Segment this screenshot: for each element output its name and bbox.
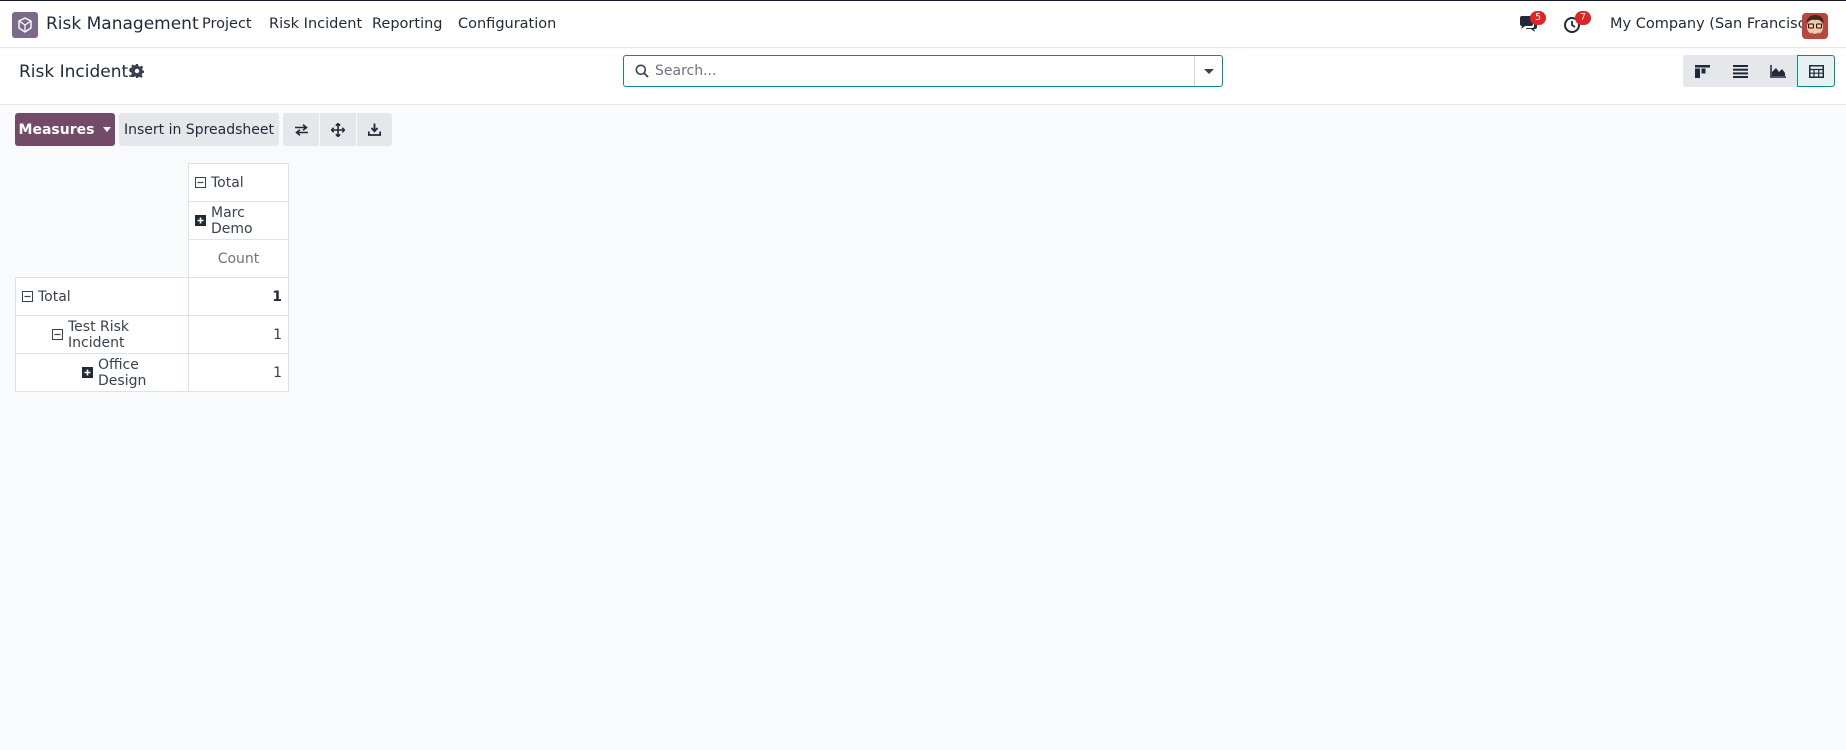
download-button[interactable]	[357, 113, 392, 146]
messages-badge: 5	[1530, 11, 1546, 25]
pivot-col-header-total[interactable]: Total	[188, 163, 289, 202]
pivot-row-header-total[interactable]: Total	[15, 277, 189, 316]
list-icon	[1732, 64, 1748, 78]
menu-configuration[interactable]: Configuration	[458, 16, 556, 32]
arrows-icon	[331, 122, 345, 137]
pivot-col-group-label: Marc Demo	[211, 204, 253, 237]
expand-icon	[82, 367, 93, 378]
table-icon	[1808, 64, 1824, 78]
gear-icon[interactable]	[130, 64, 144, 78]
search-input[interactable]	[655, 60, 1195, 82]
menu-project[interactable]: Project	[202, 16, 252, 32]
download-icon	[368, 123, 381, 136]
graph-view-button[interactable]	[1759, 55, 1797, 87]
pivot-row-header-label: Test Risk Incident	[68, 318, 130, 351]
search-bar[interactable]	[623, 55, 1223, 87]
app-logo-icon[interactable]	[12, 12, 38, 38]
expand-icon	[195, 215, 206, 226]
pivot-row-header-office-design[interactable]: Office Design	[15, 353, 189, 392]
collapse-icon	[52, 329, 63, 340]
expand-all-button[interactable]	[320, 113, 356, 146]
activities-badge: 7	[1575, 11, 1591, 25]
pivot-row-header-test-risk-incident[interactable]: Test Risk Incident	[15, 315, 189, 354]
list-view-button[interactable]	[1721, 55, 1759, 87]
area-chart-icon	[1770, 64, 1786, 78]
company-switcher[interactable]: My Company (San Francisco)	[1610, 16, 1820, 32]
user-avatar[interactable]	[1802, 13, 1828, 39]
flip-axis-button[interactable]	[283, 113, 319, 146]
insert-spreadsheet-button[interactable]: Insert in Spreadsheet	[119, 113, 279, 146]
menu-risk-incident[interactable]: Risk Incident	[269, 16, 362, 32]
search-icon	[635, 64, 649, 78]
chevron-down-icon	[1203, 68, 1214, 74]
exchange-icon	[294, 123, 308, 136]
pivot-cell-value[interactable]: 1	[188, 277, 289, 316]
collapse-icon	[22, 291, 33, 302]
pivot-col-group[interactable]: Marc Demo	[188, 201, 289, 240]
pivot-row-header-label: Office Design	[98, 356, 147, 389]
messages-button[interactable]: 5	[1518, 11, 1546, 35]
top-navbar: Risk Management Project Risk Incident Re…	[0, 0, 1846, 48]
control-panel: Risk Incidents	[0, 49, 1846, 105]
pivot-cell-value[interactable]: 1	[188, 315, 289, 354]
caret-down-icon	[103, 127, 112, 132]
app-name[interactable]: Risk Management	[46, 14, 199, 34]
pivot-col-header-total-label: Total	[211, 174, 244, 191]
measures-label: Measures	[18, 121, 95, 138]
activities-button[interactable]: 7	[1563, 11, 1591, 35]
pivot-measure-header[interactable]: Count	[188, 239, 289, 278]
measures-button[interactable]: Measures	[15, 113, 115, 146]
view-switcher	[1683, 55, 1835, 87]
page-title: Risk Incidents	[19, 62, 138, 82]
pivot-cell-value[interactable]: 1	[188, 353, 289, 392]
kanban-view-button[interactable]	[1683, 55, 1721, 87]
pivot-view-button[interactable]	[1797, 55, 1835, 87]
pivot-row-header-label: Total	[38, 288, 71, 305]
search-options-toggle[interactable]	[1194, 56, 1222, 86]
kanban-icon	[1694, 64, 1710, 78]
menu-reporting[interactable]: Reporting	[372, 16, 443, 32]
collapse-icon	[195, 177, 206, 188]
